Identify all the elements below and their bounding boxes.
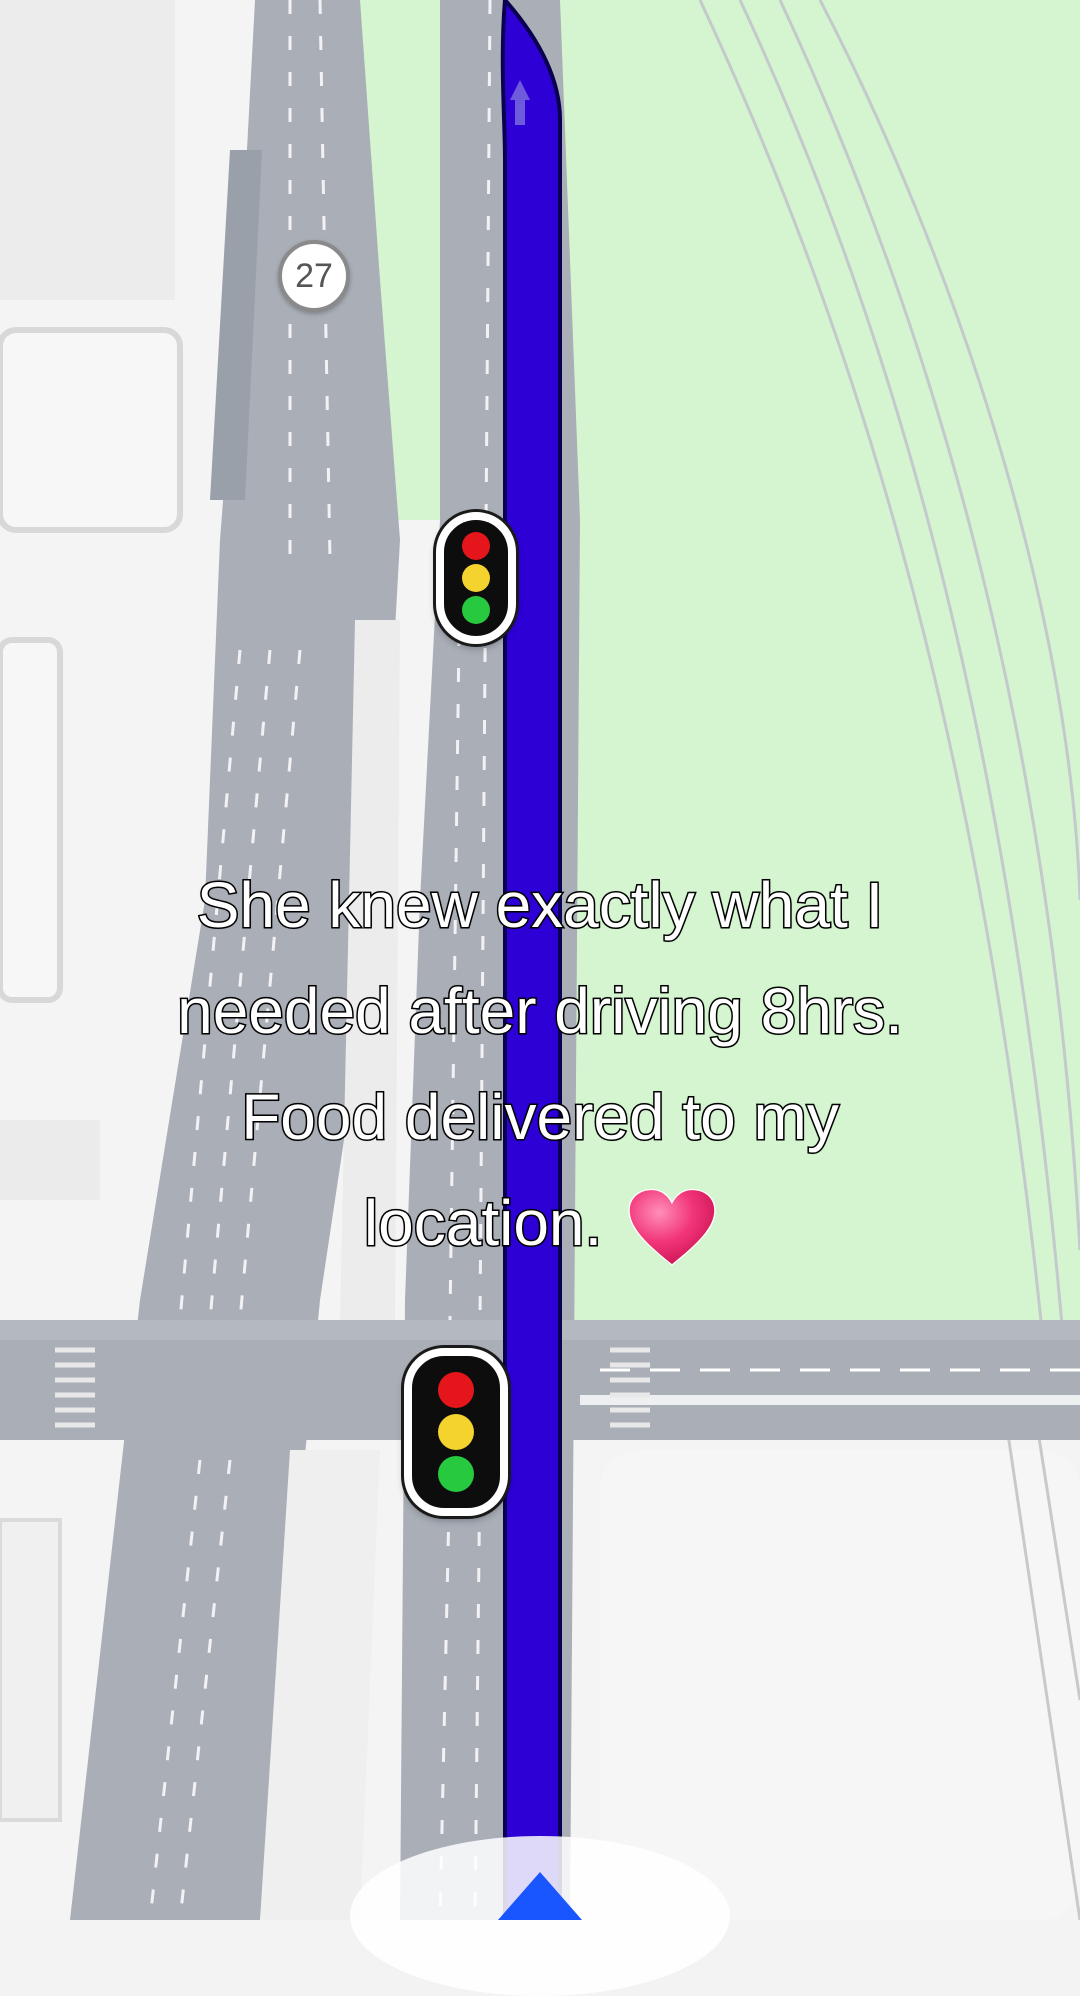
red-lamp (462, 532, 490, 560)
building-block (0, 0, 175, 300)
caption-line: Food delivered to my (240, 1080, 841, 1155)
yellow-lamp (438, 1414, 474, 1450)
traffic-light-lower-icon (404, 1348, 508, 1516)
caption-line-text: location. (362, 1186, 603, 1261)
route-shield-label: 27 (295, 256, 333, 295)
video-caption: She knew exactly what I needed after dri… (40, 852, 1040, 1276)
heart-emoji-icon (628, 1188, 716, 1266)
route-shield-27: 27 (278, 240, 350, 312)
green-lamp (438, 1456, 474, 1492)
yellow-lamp (462, 564, 490, 592)
red-lamp (438, 1372, 474, 1408)
nav-arrow-icon[interactable] (498, 1872, 582, 1920)
traffic-light-upper-icon (436, 512, 516, 644)
caption-line: needed after driving 8hrs. (176, 974, 905, 1049)
caption-line: She knew exactly what I (195, 868, 885, 943)
caption-line-last: location. (40, 1170, 1040, 1276)
green-lamp (462, 596, 490, 624)
